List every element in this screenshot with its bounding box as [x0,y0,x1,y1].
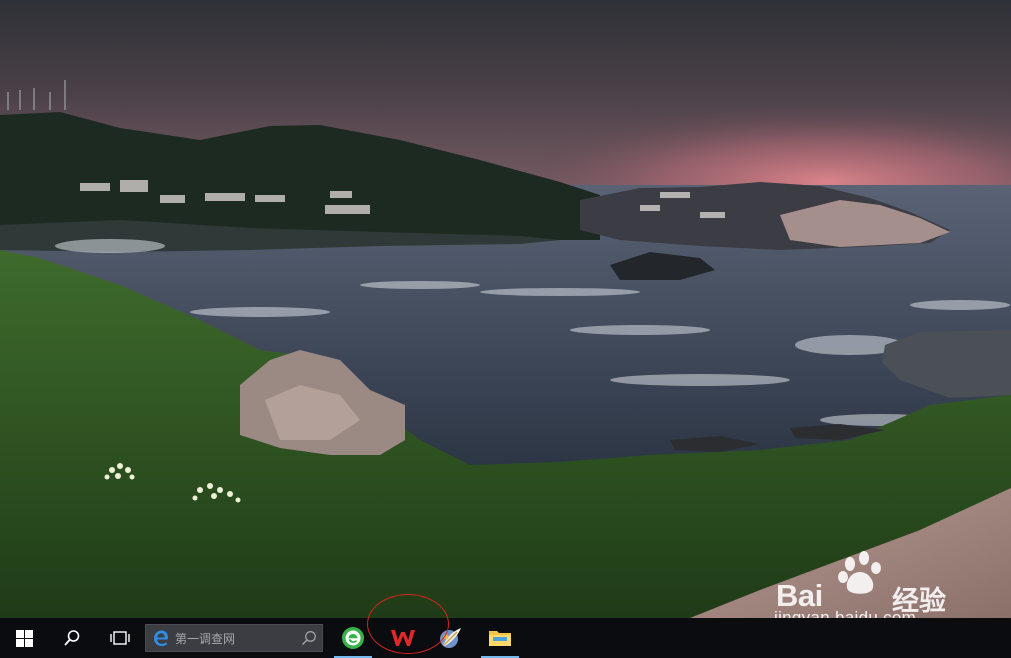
windows-logo-icon [15,629,33,647]
folder-icon [489,631,511,646]
taskbar-search-box[interactable]: 第一调查网 [145,624,323,652]
task-view-icon [110,631,130,645]
search-placeholder: 第一调查网 [175,631,236,646]
edge-e-icon [150,627,172,649]
search-icon [64,630,80,646]
annotation-circle [367,594,449,654]
start-button[interactable] [0,618,48,658]
taskbar-app-file-explorer[interactable] [478,618,522,658]
task-view-button[interactable] [96,618,144,658]
green-e-icon [342,627,364,649]
baidu-jingyan-watermark: Bai 经验 jingyan.baidu.com [774,548,974,628]
magnifier-icon[interactable] [298,627,320,649]
baidu-paw-icon [838,551,881,594]
desktop-wallpaper [0,0,1011,618]
taskbar: 第一调查网 [0,618,1011,658]
search-button[interactable] [48,618,96,658]
